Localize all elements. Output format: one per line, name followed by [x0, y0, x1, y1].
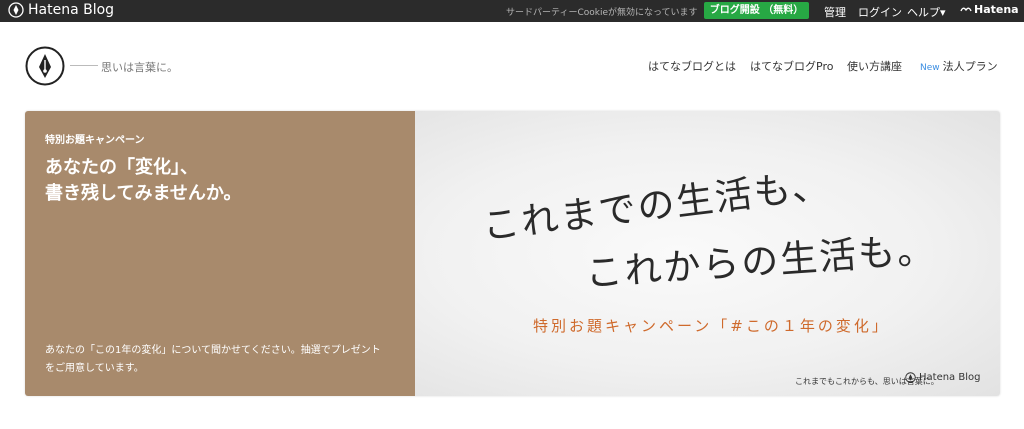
tagline-divider: [70, 65, 98, 66]
campaign-label: 特別お題キャンペーン: [45, 135, 145, 146]
banner-logo: Hatena Blog: [905, 372, 980, 383]
banner-title-line2: 書き残してみませんか。: [45, 183, 242, 204]
banner-text-panel: 特別お題キャンペーン あなたの「変化」、 書き残してみませんか。 あなたの「この…: [25, 111, 415, 396]
banner-logo-text: Hatena Blog: [919, 372, 981, 383]
create-blog-button[interactable]: ブログ開設 （無料）: [704, 2, 809, 19]
new-badge: New: [920, 63, 940, 73]
brand-name: Hatena Blog: [28, 2, 115, 18]
site-logo-icon[interactable]: [25, 46, 65, 86]
nav-business-plan[interactable]: New 法人プラン: [920, 58, 998, 74]
pen-nib-small-icon: [905, 372, 916, 383]
nav-pro[interactable]: はてなブログPro: [750, 58, 833, 74]
pen-nib-logo-icon: [8, 2, 24, 18]
hatena-label: Hatena: [974, 3, 1019, 16]
hatena-link[interactable]: Hatena: [960, 3, 1019, 16]
banner-image-panel: これまでの生活も、 これからの生活も。 特別お題キャンペーン「#この１年の変化」…: [415, 111, 1000, 396]
banner-title: あなたの「変化」、 書き残してみませんか。: [45, 155, 405, 207]
nav-business-label: 法人プラン: [942, 60, 998, 73]
banner-title-line1: あなたの「変化」、: [45, 157, 198, 178]
hatena-mark-icon: [960, 7, 972, 11]
nav-guide[interactable]: 使い方講座: [847, 58, 902, 74]
banner-description: あなたの「この1年の変化」について聞かせてください。抽選でプレゼントをご用意して…: [45, 345, 381, 374]
global-header: Hatena Blog サードパーティーCookieが無効になっています ブログ…: [0, 0, 1024, 22]
hatena-blog-home-link[interactable]: Hatena Blog: [8, 2, 114, 18]
manage-link[interactable]: 管理: [824, 4, 846, 20]
campaign-banner[interactable]: 特別お題キャンペーン あなたの「変化」、 書き残してみませんか。 あなたの「この…: [25, 111, 1000, 396]
campaign-subtitle: 特別お題キャンペーン「#この１年の変化」: [533, 317, 890, 335]
nav-about[interactable]: はてなブログとは: [648, 58, 736, 74]
help-menu[interactable]: ヘルプ▾: [907, 4, 946, 20]
login-link[interactable]: ログイン: [858, 4, 902, 20]
cookie-disabled-notice: サードパーティーCookieが無効になっています: [506, 8, 698, 18]
tagline: 思いは言葉に。: [101, 61, 178, 74]
